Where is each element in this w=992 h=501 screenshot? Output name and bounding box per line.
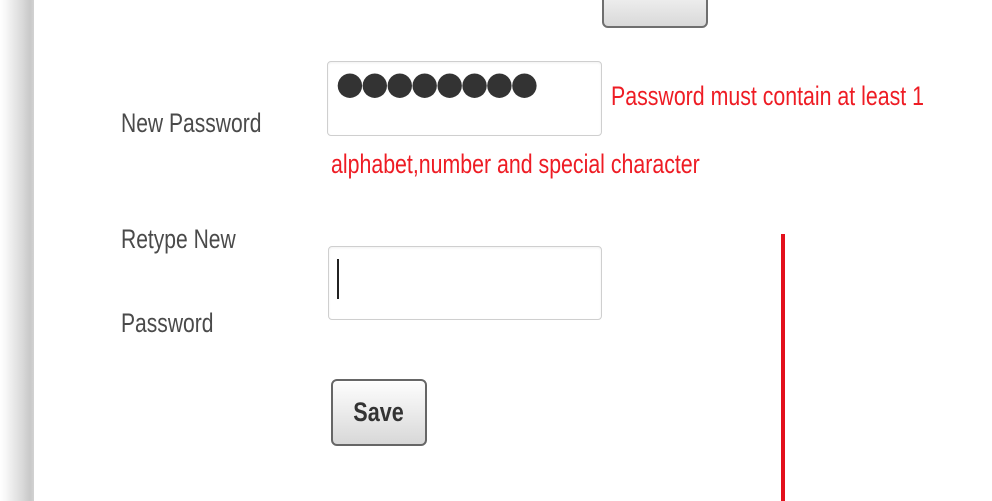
retype-password-label-line-2: Password	[121, 308, 214, 338]
password-error-message-line-2: alphabet,number and special character	[331, 149, 700, 179]
new-password-label: New Password	[121, 108, 262, 138]
save-button[interactable]: Save	[331, 379, 427, 446]
new-password-field[interactable]: ●●●●●●●●	[327, 61, 602, 136]
text-cursor	[337, 259, 339, 299]
new-password-masked-value: ●●●●●●●●	[336, 64, 538, 102]
password-error-message-line-1: Password must contain at least 1	[611, 81, 925, 111]
top-action-button[interactable]	[602, 0, 708, 28]
retype-password-field[interactable]	[328, 246, 602, 320]
left-page-border	[0, 0, 34, 501]
save-button-label: Save	[353, 397, 405, 427]
change-password-form: New Password ●●●●●●●● Password must cont…	[0, 0, 992, 501]
retype-password-label-line-1: Retype New	[121, 224, 236, 254]
red-annotation-line	[781, 234, 785, 501]
